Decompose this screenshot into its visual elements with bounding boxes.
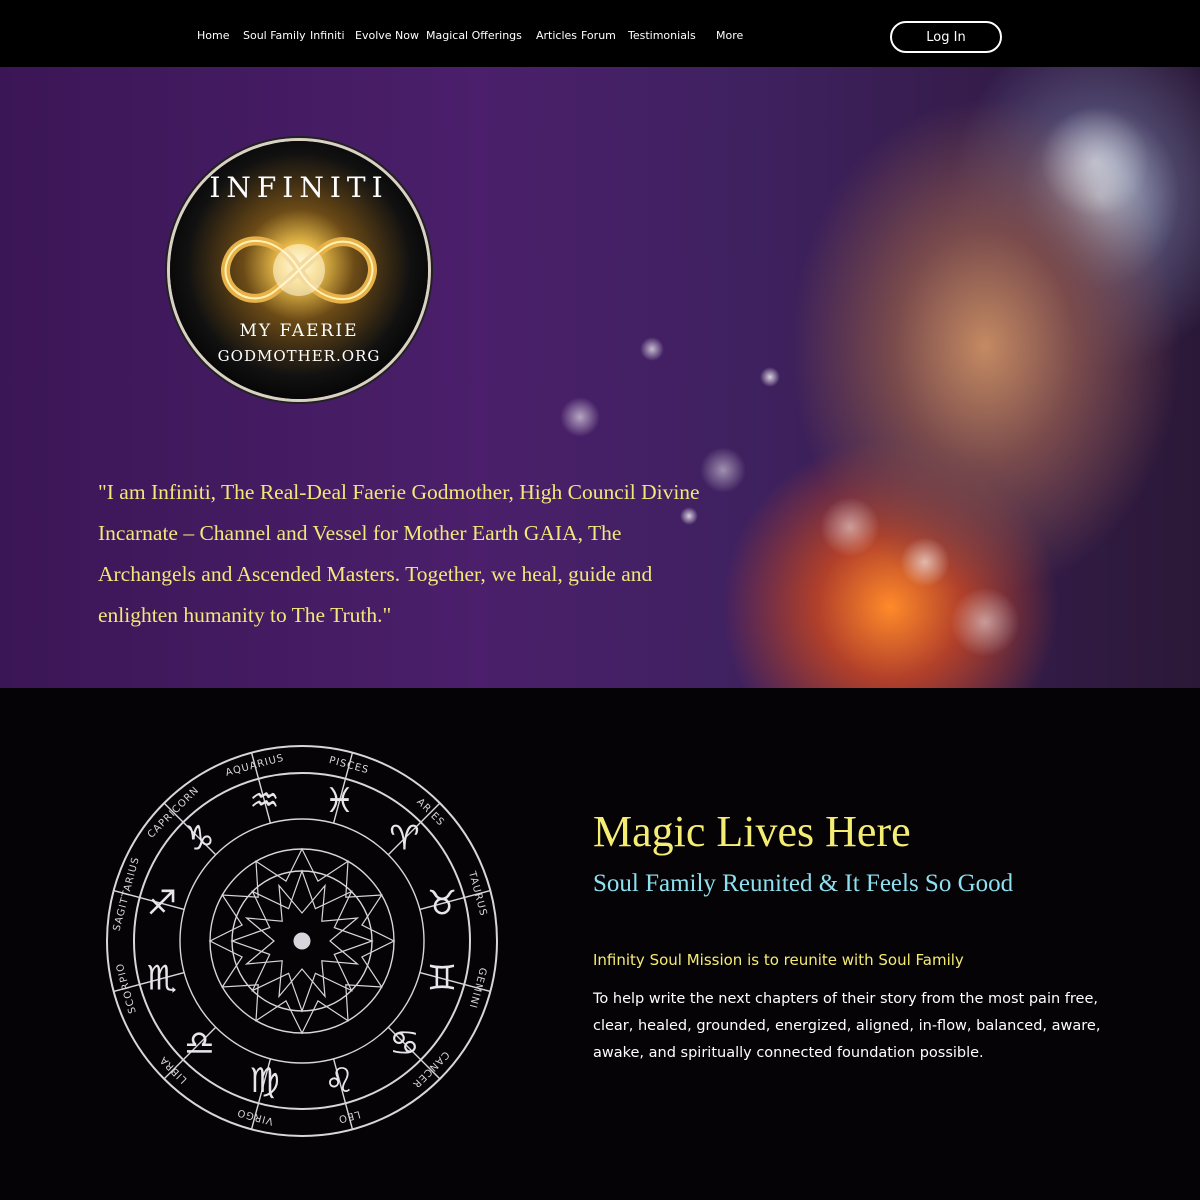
zodiac-label-pisces: PISCES bbox=[328, 755, 370, 776]
logo-top-text: INFINITI bbox=[209, 171, 389, 204]
nav-articles[interactable]: Articles bbox=[536, 29, 577, 42]
top-nav: Home Soul Family Infiniti Evolve Now Mag… bbox=[0, 0, 1200, 67]
zodiac-label-gemini: GEMINI bbox=[467, 966, 489, 1009]
nav-testimonials[interactable]: Testimonials bbox=[628, 29, 696, 42]
sparkle bbox=[900, 537, 950, 587]
zodiac-glyph-gemini-icon: ♊ bbox=[427, 959, 457, 999]
nav-evolve-now[interactable]: Evolve Now bbox=[355, 29, 419, 42]
sparkle bbox=[640, 337, 664, 361]
zodiac-glyph-sagittarius-icon: ♐ bbox=[147, 883, 177, 923]
sparkle bbox=[560, 397, 600, 437]
logo-bottom-text-1: MY FAERIE bbox=[239, 321, 359, 341]
logo-bottom-text-2: GODMOTHER.ORG bbox=[217, 347, 381, 365]
sparkle bbox=[1040, 107, 1150, 217]
zodiac-label-leo: LEO bbox=[337, 1108, 362, 1125]
nav-magical-offerings[interactable]: Magical Offerings bbox=[426, 29, 522, 42]
hero-quote: "I am Infiniti, The Real-Deal Faerie God… bbox=[98, 480, 700, 627]
login-button[interactable]: Log In bbox=[890, 21, 1002, 53]
zodiac-wheel: PISCES♓ ARIES♈TAURUS♉GEMINI♊CANCER♋LEO♌VI… bbox=[106, 745, 498, 1137]
zodiac-glyph-capricorn-icon: ♑ bbox=[184, 818, 214, 858]
nav-home[interactable]: Home bbox=[197, 29, 229, 42]
mission-text: To help write the next chapters of their… bbox=[593, 991, 1101, 1061]
zodiac-glyph-leo-icon: ♌ bbox=[324, 1061, 354, 1101]
mission-heading: Infinity Soul Mission is to reunite with… bbox=[593, 951, 964, 969]
nav-infiniti[interactable]: Infiniti bbox=[310, 29, 345, 42]
sparkle bbox=[760, 367, 780, 387]
sparkle bbox=[820, 497, 880, 557]
nav-forum[interactable]: Forum bbox=[581, 29, 616, 42]
zodiac-label-sagittarius: SAGITTARIUS bbox=[111, 856, 141, 933]
section-title: Magic Lives Here bbox=[593, 807, 911, 856]
zodiac-glyph-libra-icon: ♎ bbox=[184, 1024, 214, 1064]
hero-banner: INFINITI MY FAERIE GODMOTHER.ORG "I am I… bbox=[0, 67, 1200, 688]
zodiac-glyph-virgo-icon: ♍ bbox=[249, 1061, 279, 1101]
infiniti-logo[interactable]: INFINITI MY FAERIE GODMOTHER.ORG bbox=[170, 141, 428, 399]
nav-more[interactable]: More bbox=[716, 29, 743, 42]
section-subtitle: Soul Family Reunited & It Feels So Good bbox=[593, 870, 1014, 897]
zodiac-glyph-aries-icon: ♈ bbox=[389, 818, 419, 858]
nav-soul-family[interactable]: Soul Family bbox=[243, 29, 306, 42]
zodiac-glyph-pisces-icon: ♓ bbox=[324, 781, 354, 821]
zodiac-glyph-aquarius-icon: ♒ bbox=[249, 781, 279, 821]
sparkle bbox=[950, 587, 1020, 657]
zodiac-glyph-cancer-icon: ♋ bbox=[389, 1024, 419, 1064]
zodiac-glyph-scorpio-icon: ♏ bbox=[147, 959, 177, 999]
zodiac-label-virgo: VIRGO bbox=[236, 1106, 275, 1126]
zodiac-glyph-taurus-icon: ♉ bbox=[427, 883, 457, 923]
